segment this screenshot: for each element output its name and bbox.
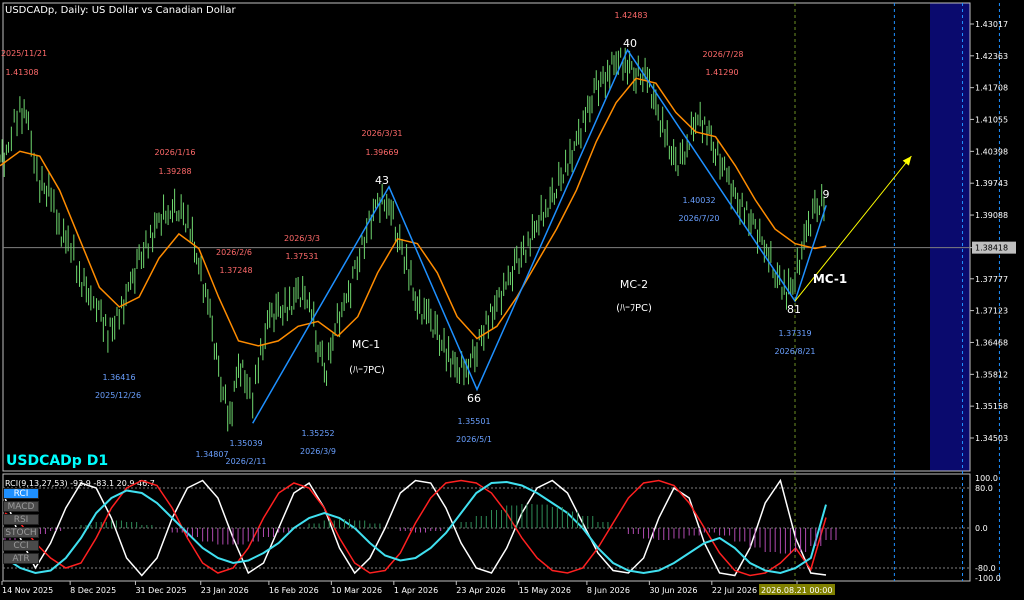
high-date-label: 2026/3/3 <box>284 234 320 243</box>
pattern-title: MC-1 <box>813 272 847 286</box>
indicator-button-rci[interactable]: RCI <box>3 488 39 499</box>
indicator-tick-label: -80.0 <box>975 564 996 573</box>
indicator-tick-label: 100.0 <box>975 474 998 483</box>
chart-canvas: USDCADp, Daily: US Dollar vs Canadian Do… <box>0 0 1024 600</box>
time-tick-label: 1 Apr 2026 <box>394 586 438 595</box>
zigzag-count-label: 66 <box>467 392 481 405</box>
time-tick-label: 15 May 2026 <box>519 586 571 595</box>
indicator-tick-label: -100.0 <box>975 574 1001 583</box>
indicator-tick-label: 80.0 <box>975 484 993 493</box>
time-tick-label: 16 Feb 2026 <box>269 586 319 595</box>
high-price-label: 1.42483 <box>614 11 647 20</box>
indicator-button-rsi[interactable]: RSI <box>3 514 39 525</box>
low-price-label: 1.40032 <box>682 196 715 205</box>
time-tick-label: 23 Apr 2026 <box>456 586 505 595</box>
time-tick-label: 30 Jun 2026 <box>649 586 697 595</box>
high-date-label: 2026/7/28 <box>702 50 743 59</box>
price-tick-label: 1.40398 <box>975 147 1008 156</box>
zigzag-count-label: 43 <box>375 174 389 187</box>
low-price-label: 1.37319 <box>778 329 811 338</box>
time-tick-label: 10 Mar 2026 <box>331 586 382 595</box>
price-tick-label: 1.39743 <box>975 179 1008 188</box>
zigzag-count-label: 81 <box>787 303 801 316</box>
zigzag-count-label: 9 <box>823 188 830 201</box>
high-price-label: 1.39288 <box>158 167 191 176</box>
indicator-tick-label: 0.0 <box>975 524 988 533</box>
time-tick-label: 8 Dec 2025 <box>70 586 116 595</box>
price-tick-label: 1.42363 <box>975 52 1008 61</box>
pattern-subtitle: (ﾊｰﾌPC) <box>616 303 652 314</box>
high-price-label: 1.41290 <box>705 68 738 77</box>
price-tick-label: 1.37123 <box>975 307 1008 316</box>
price-tick-label: 1.36468 <box>975 338 1008 347</box>
price-tick-label: 1.41708 <box>975 84 1008 93</box>
high-date-label: 2026/2/6 <box>216 248 252 257</box>
low-price-label: 1.35252 <box>301 429 334 438</box>
pattern-title: MC-1 <box>352 338 380 351</box>
price-tick-label: 1.43017 <box>975 20 1008 29</box>
low-price-label: 1.34807 <box>195 450 228 459</box>
price-tick-label: 1.35158 <box>975 402 1008 411</box>
price-tick-label: 1.37777 <box>975 275 1008 284</box>
time-tick-label: 14 Nov 2025 <box>2 586 53 595</box>
time-tick-label: 22 Jul 2026 <box>712 586 757 595</box>
zigzag-count-label: 40 <box>623 37 637 50</box>
low-price-label: 1.35501 <box>457 417 490 426</box>
low-date-label: 2026/7/20 <box>678 214 719 223</box>
low-price-label: 1.36416 <box>102 373 135 382</box>
pattern-subtitle: (ﾊｰﾌPC) <box>349 365 385 376</box>
indicator-button-stoch[interactable]: STOCH <box>3 527 39 538</box>
chart-title: USDCADp, Daily: US Dollar vs Canadian Do… <box>5 5 237 16</box>
pattern-title: MC-2 <box>620 278 648 291</box>
low-date-label: 2026/5/1 <box>456 435 492 444</box>
symbol-label: USDCADp D1 <box>6 453 108 469</box>
indicator-button-atr[interactable]: ATR <box>3 553 39 564</box>
indicator-button-macd[interactable]: MACD <box>3 501 39 512</box>
high-date-label: 2026/3/31 <box>361 129 402 138</box>
high-price-label: 1.37531 <box>285 252 318 261</box>
price-tick-label: 1.39088 <box>975 211 1008 220</box>
high-date-label: 2026/1/16 <box>154 148 195 157</box>
time-tick-label: 23 Jan 2026 <box>201 586 249 595</box>
price-tick-label: 1.41055 <box>975 115 1008 124</box>
cursor-time-label: 2026.08.21 00:00 <box>761 586 832 595</box>
low-date-label: 2025/12/26 <box>95 391 141 400</box>
current-price-label: 1.38418 <box>975 244 1008 253</box>
price-tick-label: 1.34503 <box>975 434 1008 443</box>
low-date-label: 2026/3/9 <box>300 447 336 456</box>
indicator-button-cci[interactable]: CCI <box>3 540 39 551</box>
high-date-label: 2025/11/21 <box>1 49 47 58</box>
price-tick-label: 1.35812 <box>975 370 1008 379</box>
high-price-label: 1.41308 <box>5 68 38 77</box>
time-tick-label: 8 Jun 2026 <box>587 586 630 595</box>
high-price-label: 1.37248 <box>219 266 252 275</box>
low-price-label: 1.35039 <box>229 439 262 448</box>
high-price-label: 1.39669 <box>365 148 398 157</box>
low-date-label: 2026/2/11 <box>225 457 266 466</box>
low-date-label: 2026/8/21 <box>774 347 815 356</box>
future-zone <box>930 3 970 471</box>
time-tick-label: 31 Dec 2025 <box>135 586 186 595</box>
